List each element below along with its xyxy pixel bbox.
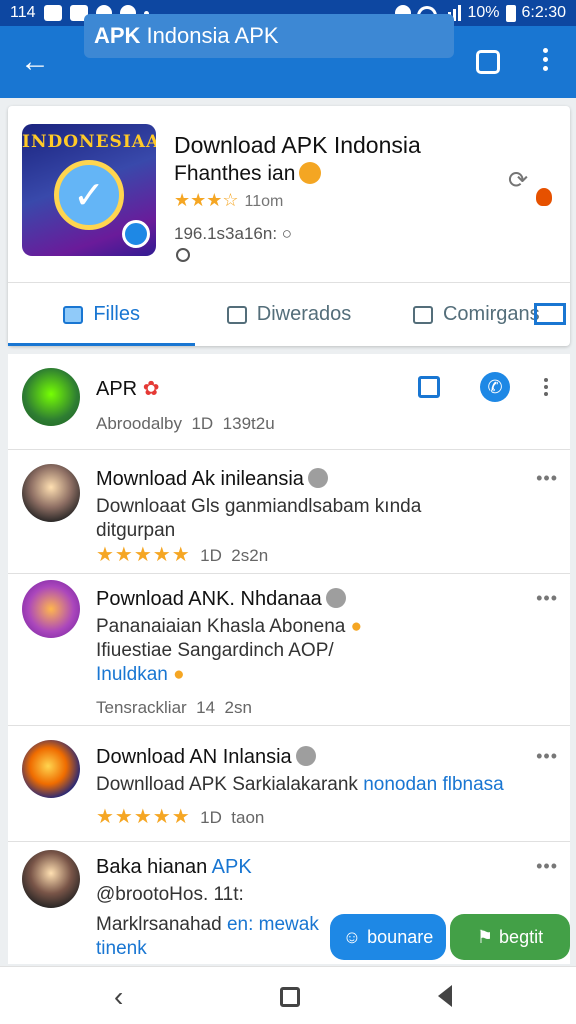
bounare-label: bounare bbox=[367, 926, 434, 947]
item-title: APR ✿ bbox=[96, 378, 160, 400]
battery-percent: 10% bbox=[467, 4, 500, 21]
item-text: @brootoHos. 11t: bbox=[96, 884, 244, 905]
item-meta: Tensrackliar 14 2sn bbox=[96, 698, 252, 717]
app-subtitle: Fhanthes ian bbox=[174, 162, 322, 186]
list-item[interactable]: Pownload ANK. Nhdanaa Pananaiaian Khasla… bbox=[8, 576, 570, 726]
avatar bbox=[22, 850, 80, 908]
item-link[interactable]: Inuldkan ● bbox=[96, 664, 185, 686]
flower-icon: ✿ bbox=[142, 378, 160, 400]
comment-icon: ○ bbox=[281, 224, 293, 243]
item-menu-icon[interactable] bbox=[544, 378, 548, 396]
app-rating: ★★★☆ 11om bbox=[174, 190, 283, 211]
avatar bbox=[22, 368, 80, 426]
checkmark-emblem-icon: ✓ bbox=[54, 160, 124, 230]
item-meta: ★★★★★ 1D taon bbox=[96, 806, 265, 828]
battery-icon bbox=[505, 4, 516, 22]
app-header-card: INDONESIAA ✓ Download APK Indonsia Fhant… bbox=[8, 106, 570, 346]
app-logo: INDONESIAA ✓ bbox=[22, 124, 156, 256]
back-arrow-icon[interactable]: ← bbox=[0, 26, 70, 98]
list-item[interactable]: Mownload Ak inileansia Downloaat Gls gan… bbox=[8, 454, 570, 574]
status-time-left: 114 bbox=[10, 4, 36, 21]
list-item[interactable]: Download AN Inlansia Downlload APK Sarki… bbox=[8, 728, 570, 842]
flame-icon bbox=[536, 188, 552, 206]
tab-files-label: Filles bbox=[93, 303, 140, 325]
monitor-icon bbox=[226, 305, 247, 324]
item-meta: Abroodalby 1D 139t2u bbox=[96, 414, 275, 433]
item-text: Downlload APK Sarkialakarank nonodan flb… bbox=[96, 774, 504, 795]
search-text: Indonsia APK bbox=[146, 23, 279, 48]
tab-downloads[interactable]: Diwerados bbox=[195, 283, 382, 346]
item-rating-stars: ★★★★★ bbox=[96, 544, 191, 566]
status-circle-icon bbox=[176, 248, 190, 262]
bounare-button[interactable]: ☺ bounare bbox=[330, 914, 446, 960]
avatar bbox=[22, 580, 80, 638]
status-clock: 6:2:30 bbox=[521, 4, 566, 21]
item-meta: ★★★★★ 1D 2s2n bbox=[96, 544, 269, 566]
tab-downloads-label: Diwerados bbox=[256, 303, 352, 325]
verified-badge-icon bbox=[307, 468, 328, 488]
overflow-menu-icon[interactable] bbox=[536, 48, 554, 71]
logo-badge-icon bbox=[122, 220, 150, 248]
list-item[interactable]: APR ✿ Abroodalby 1D 139t2u ✆ bbox=[8, 354, 570, 450]
app-title: Download APK Indonsia bbox=[174, 132, 421, 158]
gallery-icon bbox=[43, 5, 62, 21]
more-options-icon[interactable]: ••• bbox=[536, 856, 558, 877]
item-title: Baka hianan APK bbox=[96, 856, 252, 878]
emoji-icon bbox=[299, 162, 322, 184]
item-title: Download AN Inlansia bbox=[96, 746, 316, 769]
item-title: Pownload ANK. Nhdanaa bbox=[96, 588, 346, 611]
item-text-2: Marklrsanahad en: mewak bbox=[96, 914, 319, 935]
verified-badge-icon bbox=[295, 746, 316, 766]
person-icon: ☺ bbox=[342, 926, 362, 947]
post-list: APR ✿ Abroodalby 1D 139t2u ✆ Mownload Ak… bbox=[8, 354, 570, 964]
tab-bar: Filles Diwerados Comirgans bbox=[8, 282, 570, 346]
more-options-icon[interactable]: ••• bbox=[536, 468, 558, 489]
emoji-icon: ● bbox=[350, 616, 363, 637]
avatar bbox=[22, 740, 80, 798]
tab-files[interactable]: Filles bbox=[8, 283, 196, 346]
item-text-2: ditgurpan bbox=[96, 520, 176, 541]
tab-comments-label: Comirgans bbox=[442, 303, 540, 325]
item-text: Pananaiaian Khasla Abonena ● bbox=[96, 616, 363, 637]
mail-tab-icon[interactable] bbox=[534, 303, 566, 325]
nav-back-icon[interactable]: ‹ bbox=[114, 981, 123, 1013]
item-text-2: Ifiuestiae Sangardinch AOP/ bbox=[96, 640, 334, 661]
emoji-icon: ● bbox=[173, 664, 185, 685]
nav-triangle-icon[interactable] bbox=[438, 985, 452, 1007]
item-title: Mownload Ak inileansia bbox=[96, 468, 328, 491]
begtit-label: begtit bbox=[499, 926, 544, 947]
app-logo-text: INDONESIAA bbox=[22, 132, 156, 152]
verified-badge-icon bbox=[325, 588, 346, 608]
more-options-icon[interactable]: ••• bbox=[536, 588, 558, 609]
bookmark-icon: ⚑ bbox=[476, 926, 494, 947]
begtit-button[interactable]: ⚑ begtit bbox=[450, 914, 570, 960]
files-icon bbox=[63, 305, 84, 324]
bag-icon[interactable] bbox=[418, 376, 440, 398]
item-text: Downloaat Gls ganmiandlsabam kında bbox=[96, 496, 422, 517]
bookmark-square-icon[interactable] bbox=[476, 50, 500, 74]
search-field[interactable]: APK Indonsia APK bbox=[84, 14, 454, 58]
comment-box-icon bbox=[412, 305, 433, 324]
call-icon[interactable]: ✆ bbox=[480, 372, 510, 402]
nav-home-icon[interactable] bbox=[280, 987, 300, 1007]
item-rating-stars: ★★★★★ bbox=[96, 806, 191, 828]
rating-meta: 11om bbox=[244, 193, 284, 210]
more-options-icon[interactable]: ••• bbox=[536, 746, 558, 767]
app-subtitle-text: Fhanthes ian bbox=[174, 162, 296, 185]
share-icon[interactable]: ⟳ bbox=[508, 166, 528, 195]
item-link[interactable]: tinenk bbox=[96, 938, 147, 960]
avatar bbox=[22, 464, 80, 522]
rating-stars: ★★★☆ bbox=[174, 190, 239, 210]
search-bold-text: APK bbox=[94, 23, 141, 48]
app-id-text: 196.1s3a16n: ○ bbox=[174, 224, 293, 243]
system-nav-bar: ‹ bbox=[0, 966, 576, 1024]
